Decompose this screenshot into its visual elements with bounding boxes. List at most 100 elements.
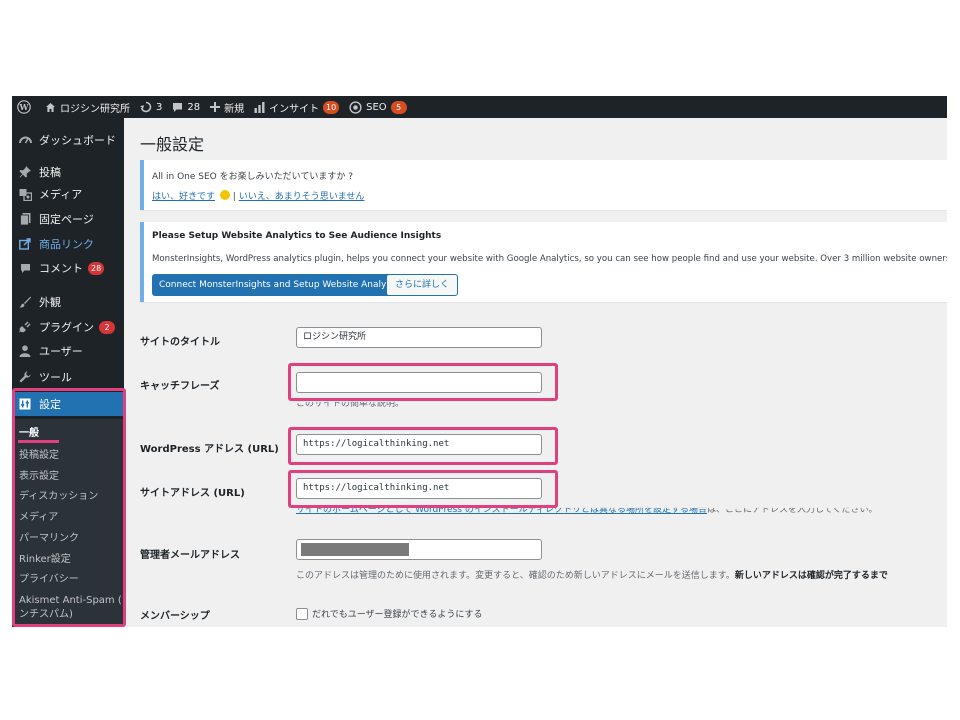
sidebar-label-dashboard: ダッシュボード — [39, 134, 116, 147]
link-icon — [17, 236, 33, 252]
wp-address-input[interactable]: https://logicalthinking.net — [296, 434, 542, 455]
submenu-rinker[interactable]: Rinker設定 — [19, 553, 71, 566]
main-content: 一般設定 All in One SEO をお楽しみいただいていますか ? はい、… — [124, 118, 947, 627]
sidebar-label-users: ユーザー — [39, 345, 83, 358]
submenu-general[interactable]: 一般 — [19, 427, 39, 440]
user-icon — [17, 343, 33, 359]
updates-icon — [140, 101, 152, 113]
sidebar-item-users[interactable]: ユーザー — [12, 340, 124, 362]
page-title: 一般設定 — [140, 135, 205, 154]
submenu-reading[interactable]: 表示設定 — [19, 470, 59, 483]
submenu-akismet-line2[interactable]: ンチスパム) — [19, 608, 73, 621]
submenu-privacy[interactable]: プライバシー — [19, 573, 79, 586]
membership-checkbox[interactable] — [296, 608, 308, 620]
sidebar-item-appearance[interactable]: 外観 — [12, 291, 124, 313]
tagline-description: このサイトの簡単な説明。 — [296, 399, 405, 409]
seo-notice-links: はい、好きです | いいえ、あまりそう思いません — [152, 189, 364, 202]
no-dislike-link[interactable]: いいえ、あまりそう思いません — [239, 192, 365, 202]
connect-monsterinsights-button[interactable]: Connect MonsterInsights and Setup Websit… — [152, 274, 410, 296]
comments-menu[interactable]: 28 — [167, 96, 205, 118]
sidebar-label-plugins: プラグイン — [39, 321, 94, 334]
admin-email-desc-text: このアドレスは管理のために使用されます。変更すると、確認のため新しいアドレスにメ… — [296, 571, 735, 581]
general-underline-highlight — [18, 440, 59, 443]
site-name-menu[interactable]: ロジシン研究所 — [40, 96, 135, 118]
plus-icon — [210, 102, 221, 112]
admin-email-desc-bold: 新しいアドレスは確認が完了するまで — [734, 571, 888, 581]
updates-menu[interactable]: 3 — [135, 96, 167, 118]
sidebar-label-posts: 投稿 — [39, 166, 61, 179]
tagline-input[interactable] — [296, 372, 542, 393]
comments-badge: 28 — [88, 261, 105, 275]
insights-badge: 10 — [323, 100, 340, 114]
mi-notice-heading: Please Setup Website Analytics to See Au… — [152, 231, 442, 241]
home-icon — [46, 102, 55, 112]
submenu-media[interactable]: メディア — [19, 511, 58, 524]
monsterinsights-notice: Please Setup Website Analytics to See Au… — [140, 222, 947, 302]
insights-menu[interactable]: インサイト 10 — [249, 96, 344, 118]
site-name-label: ロジシン研究所 — [60, 103, 130, 115]
sidebar-label-comments: コメント — [39, 262, 83, 275]
sidebar-label-media: メディア — [39, 188, 83, 201]
sidebar-item-media[interactable]: メディア — [12, 183, 124, 205]
comment-bubble-icon — [173, 102, 183, 112]
brush-icon — [17, 294, 33, 310]
new-label: 新規 — [224, 103, 245, 115]
seo-gear-icon — [349, 100, 362, 114]
admin-email-description: このアドレスは管理のために使用されます。変更すると、確認のため新しいアドレスにメ… — [296, 568, 888, 581]
sidebar-label-product-links: 商品リンク — [39, 238, 94, 251]
wordpress-logo-icon: W — [17, 100, 31, 114]
learn-more-button[interactable]: さらに詳しく — [386, 274, 459, 296]
site-title-label: サイトのタイトル — [140, 337, 220, 348]
mi-notice-body: MonsterInsights, WordPress analytics plu… — [152, 254, 947, 264]
seo-label: SEO — [366, 101, 387, 113]
media-icon — [17, 186, 33, 202]
site-title-input[interactable]: ロジシン研究所 — [296, 327, 542, 348]
site-address-label: サイトアドレス (URL) — [140, 488, 245, 499]
wp-logo-button[interactable]: W — [12, 96, 40, 118]
membership-checkbox-label: だれでもユーザー登録ができるようにする — [312, 610, 483, 620]
sidebar-item-dashboard[interactable]: ダッシュボード — [12, 129, 124, 151]
wrench-icon — [17, 369, 33, 385]
sidebar-item-product-links[interactable]: 商品リンク — [12, 233, 124, 255]
membership-label: メンバーシップ — [140, 611, 210, 622]
site-address-help-link[interactable]: サイトのホームページとして WordPress のインストールディレクトリとは異… — [296, 508, 707, 515]
wordpress-admin-screenshot: W ロジシン研究所 3 28 新規 インサイト 10 SEO 5 ダッシュボード… — [12, 96, 947, 627]
sidebar-item-tools[interactable]: ツール — [12, 366, 124, 388]
smiley-icon — [219, 190, 230, 200]
submenu-permalinks[interactable]: パーマリンク — [19, 532, 79, 545]
sidebar-item-settings[interactable]: 設定 — [12, 392, 124, 416]
seo-notice-text: All in One SEO をお楽しみいただいていますか ? — [152, 172, 353, 182]
submenu-discussion[interactable]: ディスカッション — [19, 490, 98, 503]
settings-submenu: 一般 投稿設定 表示設定 ディスカッション メディア パーマリンク Rinker… — [12, 419, 132, 627]
wp-address-label: WordPress アドレス (URL) — [140, 444, 279, 455]
admin-email-label: 管理者メールアドレス — [140, 550, 240, 561]
sidebar-label-settings: 設定 — [39, 398, 61, 411]
sidebar-item-plugins[interactable]: プラグイン 2 — [12, 316, 124, 338]
site-address-input[interactable]: https://logicalthinking.net — [296, 478, 542, 499]
plugins-badge: 2 — [99, 320, 115, 334]
sidebar-label-tools: ツール — [39, 371, 72, 384]
sidebar-item-comments[interactable]: コメント 28 — [12, 257, 124, 279]
svg-text:W: W — [19, 102, 30, 112]
bar-chart-icon — [254, 101, 265, 113]
insights-label: インサイト — [269, 103, 320, 115]
new-content-menu[interactable]: 新規 — [205, 96, 249, 118]
sidebar-item-posts[interactable]: 投稿 — [12, 161, 124, 183]
admin-bar: W ロジシン研究所 3 28 新規 インサイト 10 SEO 5 — [12, 96, 947, 118]
page-icon — [17, 211, 33, 227]
plugin-icon — [17, 319, 33, 335]
comment-icon — [17, 260, 33, 276]
seo-badge: 5 — [390, 100, 407, 114]
link-separator: | — [232, 192, 236, 202]
seo-menu[interactable]: SEO 5 — [344, 96, 412, 118]
submenu-akismet-line1[interactable]: Akismet Anti-Spam (ア — [19, 594, 132, 607]
submenu-writing[interactable]: 投稿設定 — [19, 449, 59, 462]
sidebar-label-appearance: 外観 — [39, 296, 61, 309]
admin-email-input[interactable] — [296, 539, 542, 560]
pin-icon — [17, 164, 33, 180]
dashboard-icon — [17, 132, 33, 148]
yes-like-link[interactable]: はい、好きです — [152, 192, 215, 202]
comments-count: 28 — [187, 101, 201, 113]
sidebar-item-pages[interactable]: 固定ページ — [12, 208, 124, 230]
seo-feedback-notice: All in One SEO をお楽しみいただいていますか ? はい、好きです … — [140, 160, 947, 210]
